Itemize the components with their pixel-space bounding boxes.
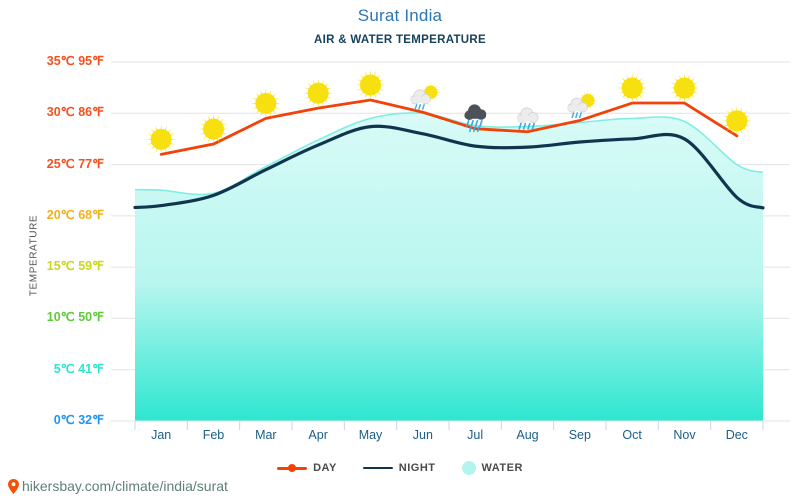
sun-icon xyxy=(355,70,386,100)
sun-icon xyxy=(146,124,177,155)
legend-label-day: DAY xyxy=(313,462,337,474)
plot-area xyxy=(111,61,790,430)
sun-icon xyxy=(198,114,229,144)
legend-item-day[interactable]: DAY xyxy=(277,462,337,474)
legend-item-water[interactable]: WATER xyxy=(461,461,523,475)
sun-icon xyxy=(617,73,648,103)
map-pin-icon xyxy=(8,478,19,494)
legend-label-night: NIGHT xyxy=(398,462,436,474)
sun-icon xyxy=(250,88,281,119)
day-line-marker-icon xyxy=(277,463,308,473)
source-footer[interactable]: hikersbay.com/climate/india/surat xyxy=(8,478,228,494)
source-url: hikersbay.com/climate/india/surat xyxy=(22,478,228,494)
water-circle-marker-icon xyxy=(461,461,476,475)
weather-chart: Surat India AIR & WATER TEMPERATURE TEMP… xyxy=(0,0,800,500)
night-line-marker-icon xyxy=(362,466,393,470)
sun-icon xyxy=(669,73,700,103)
sun-behind-rain-cloud-icon xyxy=(410,82,441,110)
water-series-area xyxy=(134,112,764,421)
legend-label-water: WATER xyxy=(481,462,523,474)
sun-icon xyxy=(303,78,334,109)
legend-item-night[interactable]: NIGHT xyxy=(362,462,436,474)
x-axis-ticks xyxy=(134,421,764,430)
sun-icon xyxy=(721,105,752,136)
chart-legend: DAY NIGHT WATER xyxy=(0,461,800,475)
water-area-fill xyxy=(135,112,763,421)
